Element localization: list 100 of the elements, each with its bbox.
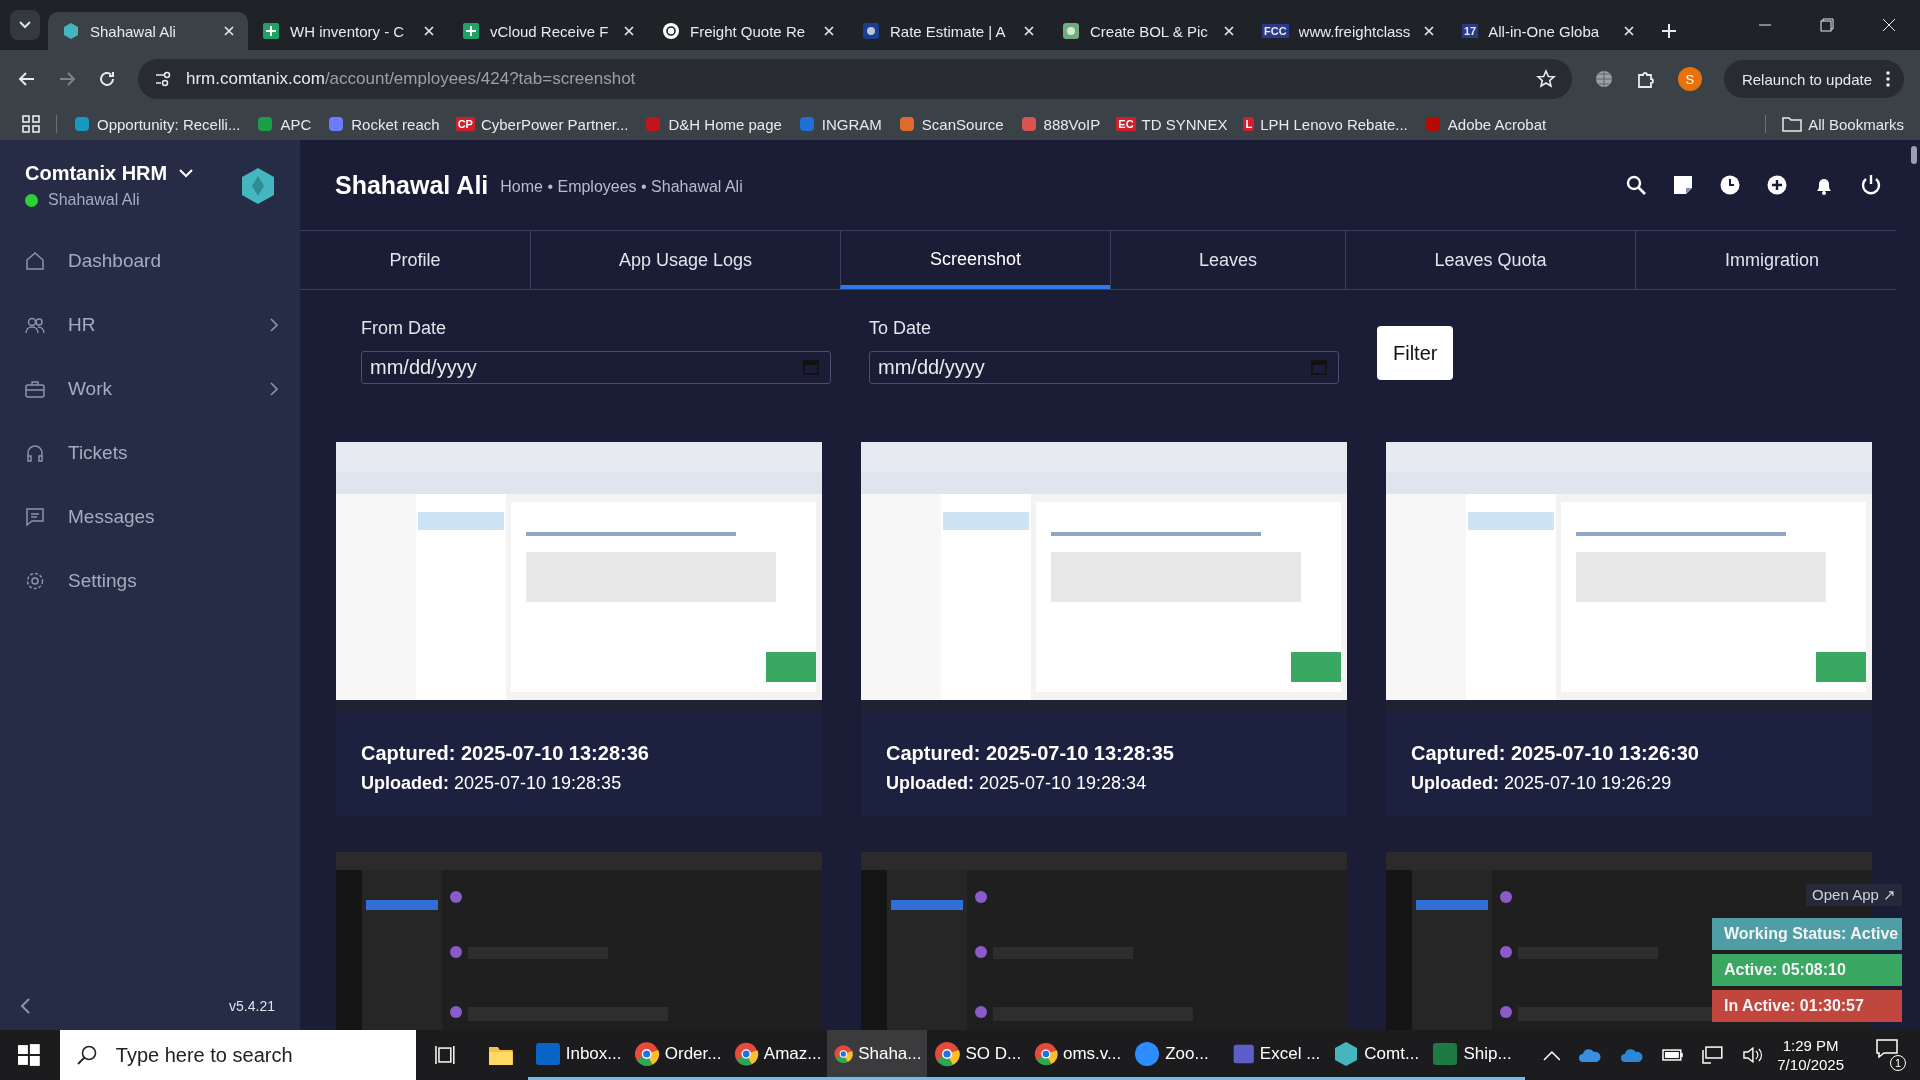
browser-tab[interactable]: WH inventory - C (248, 12, 448, 50)
sidebar-item[interactable]: HR (0, 293, 300, 357)
close-icon[interactable] (824, 26, 834, 36)
cloud-icon[interactable] (1578, 1046, 1603, 1064)
taskbar-search-field[interactable]: Type here to search (59, 1030, 417, 1080)
browser-tab[interactable]: Freight Quote Re (648, 12, 848, 50)
taskbar-app[interactable]: Excel ... (1226, 1030, 1327, 1080)
bookmark[interactable]: Adobe Acrobat (1423, 115, 1547, 133)
filter-button[interactable]: Filter (1377, 326, 1454, 380)
bookmark-label: Adobe Acrobat (1447, 115, 1547, 133)
folder-icon[interactable] (487, 1044, 514, 1066)
open-app-button[interactable]: Open App ↗ (1806, 884, 1902, 906)
sidebar-item[interactable]: Settings (0, 549, 300, 613)
browser-tab[interactable]: Create BOL & Pic (1048, 12, 1248, 50)
sidebar-item[interactable]: Messages (0, 485, 300, 549)
app-switcher[interactable]: Comtanix HRM (25, 162, 194, 185)
bookmark[interactable]: EC TD SYNNEX (1116, 115, 1228, 133)
taskbar-app[interactable]: Zoo... (1127, 1030, 1227, 1080)
site-icon (327, 115, 346, 133)
star-icon[interactable] (1535, 69, 1556, 89)
app-label: Zoo... (1165, 1043, 1209, 1064)
page-tab[interactable]: Leaves (1110, 231, 1345, 289)
chevron-down-icon (179, 169, 194, 178)
site-settings-icon[interactable] (154, 71, 172, 87)
add-icon[interactable] (1766, 174, 1788, 196)
bookmark[interactable]: ScanSource (897, 115, 1004, 133)
bookmark[interactable]: Rocket reach (327, 115, 440, 133)
browser-tab[interactable]: FCC www.freightclass (1248, 12, 1448, 50)
sidebar-item[interactable]: Work (0, 357, 300, 421)
browser-tab[interactable]: vCloud Receive F (448, 12, 648, 50)
reload-icon[interactable] (98, 70, 116, 88)
power-icon[interactable] (1860, 174, 1882, 196)
notification-button[interactable]: 1 (1876, 1039, 1906, 1071)
user-name: Shahawal Ali (48, 191, 140, 209)
address-bar[interactable]: hrm.comtanix.com/account/employees/424?tab=screenshot (138, 59, 1572, 99)
browser-tab[interactable]: Rate Estimate | A (848, 12, 1048, 50)
bookmark[interactable]: INGRAM (797, 115, 882, 133)
page-tab[interactable]: Profile (300, 231, 530, 289)
close-icon[interactable] (224, 26, 234, 36)
close-icon[interactable] (1624, 26, 1634, 36)
relaunch-button[interactable]: Relaunch to update (1723, 60, 1904, 98)
site-icon (862, 22, 880, 40)
sticky-note-icon[interactable] (1672, 174, 1694, 196)
message-icon (1876, 1039, 1898, 1059)
apps-grid-icon[interactable] (22, 115, 40, 133)
taskbar-app[interactable]: Comt... (1326, 1030, 1426, 1080)
close-icon[interactable] (1424, 26, 1434, 36)
sidebar-item[interactable]: Tickets (0, 421, 300, 485)
taskbar-clock[interactable]: 1:29 PM 7/10/2025 (1777, 1037, 1844, 1073)
close-icon[interactable] (1882, 18, 1896, 32)
bookmark-label: INGRAM (821, 115, 882, 133)
puzzle-icon[interactable] (1635, 69, 1656, 89)
clock-icon[interactable] (1719, 174, 1741, 196)
all-bookmarks-button[interactable]: All Bookmarks (1782, 115, 1904, 133)
taskbar-app[interactable]: Order... (627, 1030, 728, 1080)
taskbar-app[interactable]: SO D... (927, 1030, 1028, 1080)
page-tab[interactable]: Screenshot (840, 231, 1110, 289)
page-tab[interactable]: Leaves Quota (1345, 231, 1635, 289)
restore-icon[interactable] (1820, 18, 1834, 32)
bookmark-label: D&H Home page (668, 115, 782, 133)
site-icon (1062, 22, 1080, 40)
screenshot-card[interactable]: Captured: 2025-07-10 13:28:36 Uploaded: 2025-07-10 19:28:35 (336, 442, 822, 816)
search-icon[interactable] (1625, 174, 1647, 196)
date-field[interactable]: mm/dd/yyyy (361, 351, 831, 384)
site-icon: 17 (1462, 24, 1479, 38)
back-icon[interactable] (18, 70, 36, 88)
page-tab[interactable]: App Usage Logs (530, 231, 840, 289)
close-icon[interactable] (1024, 26, 1034, 36)
close-icon[interactable] (424, 26, 434, 36)
close-icon[interactable] (1224, 26, 1234, 36)
collapse-icon[interactable] (20, 998, 30, 1014)
bookmark[interactable]: D&H Home page (644, 115, 782, 133)
windows-start-icon[interactable] (18, 1044, 40, 1066)
bookmark[interactable]: L LPH Lenovo Rebate... (1243, 115, 1408, 133)
cloud-icon[interactable] (1620, 1046, 1644, 1064)
screenshot-card[interactable]: Captured: 2025-07-10 13:26:30 Uploaded: 2025-07-10 19:26:29 (1386, 442, 1872, 816)
bookmark-label: ScanSource (921, 115, 1004, 133)
taskbar-app[interactable]: oms.v... (1027, 1030, 1128, 1080)
forward-icon[interactable] (58, 70, 76, 88)
browser-tab[interactable]: Shahawal Ali (48, 12, 248, 50)
network-icon[interactable] (1701, 1046, 1724, 1064)
sidebar-item[interactable]: Dashboard (0, 229, 300, 293)
taskbar-app[interactable]: Inbox... (527, 1030, 628, 1080)
screenshot-card[interactable]: Captured: 2025-07-10 13:28:35 Uploaded: 2025-07-10 19:28:34 (861, 442, 1347, 816)
date-field[interactable]: mm/dd/yyyy (869, 351, 1339, 384)
new-tab-icon[interactable] (1662, 24, 1676, 38)
task-view-icon[interactable] (434, 1044, 456, 1066)
bookmark[interactable]: 888VoIP (1019, 115, 1101, 133)
globe-icon[interactable] (1593, 69, 1614, 89)
browser-tab[interactable]: 17 All-in-One Globa (1448, 12, 1648, 50)
chevron-up-icon[interactable] (1542, 1049, 1561, 1061)
bookmark[interactable]: APC (256, 115, 312, 133)
taskbar-app[interactable]: Ship... (1425, 1030, 1525, 1080)
bookmark[interactable]: CP CyberPower Partner... (455, 115, 629, 133)
tab-search-button[interactable] (10, 10, 40, 40)
scrollbar-thumb[interactable] (1911, 146, 1917, 164)
taskbar-app[interactable]: Shaha... (827, 1030, 928, 1080)
battery-icon[interactable] (1661, 1048, 1684, 1062)
speaker-icon[interactable] (1741, 1046, 1764, 1064)
close-icon[interactable] (624, 26, 634, 36)
